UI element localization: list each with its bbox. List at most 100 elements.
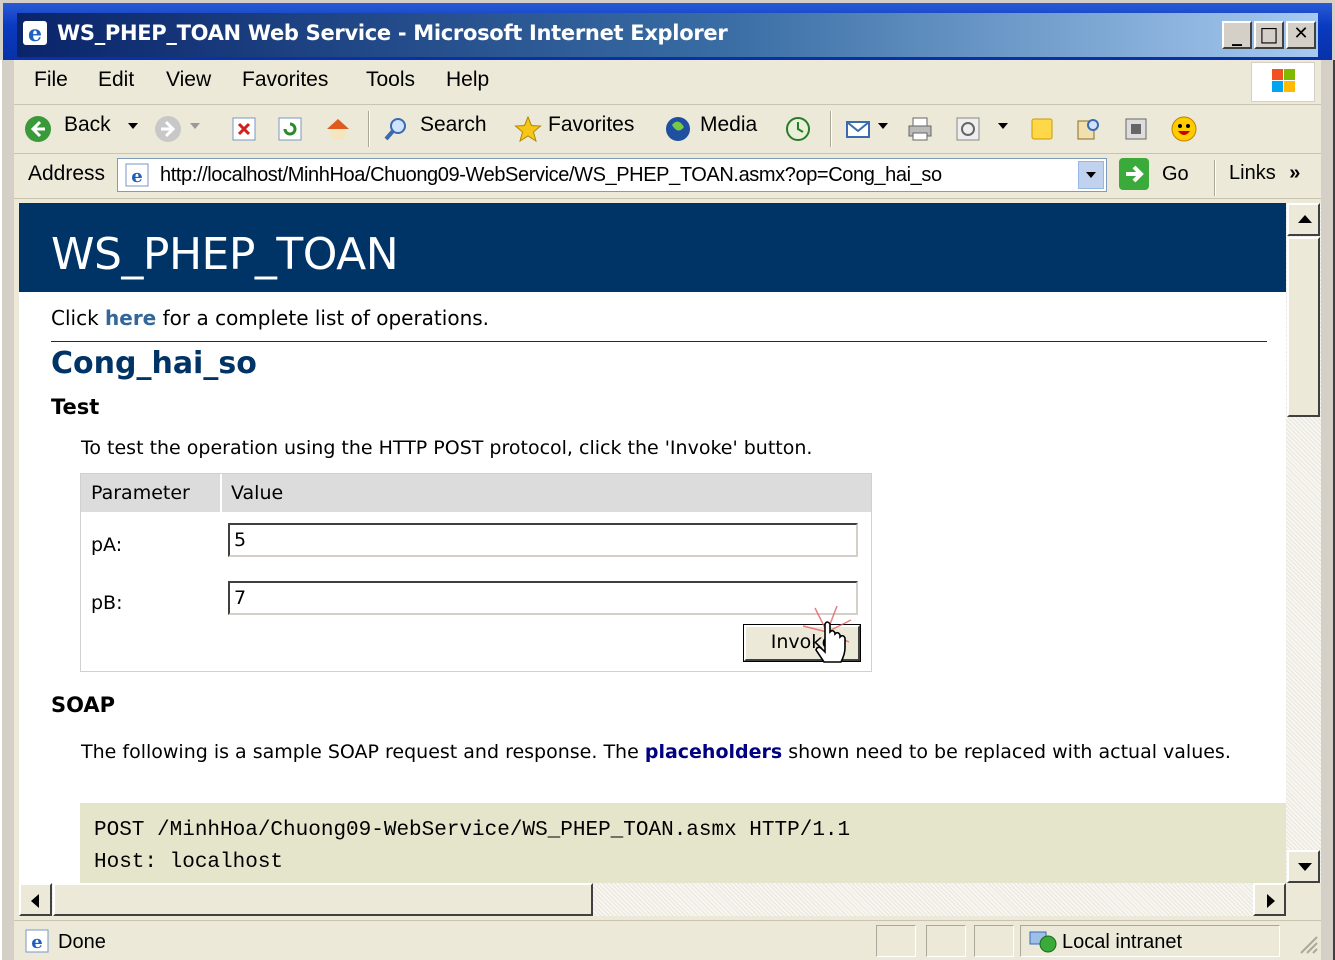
invoke-form: Parameter Value pA: pB: Invoke: [80, 473, 872, 672]
media-button-label[interactable]: Media: [700, 113, 757, 137]
param-label-pb: pB:: [91, 592, 123, 614]
window-frame-left: [0, 60, 14, 960]
print-icon[interactable]: [906, 115, 934, 143]
ie-logo-icon: e: [23, 21, 47, 47]
title-bar-fill: e WS_PHEP_TOAN Web Service - Microsoft I…: [17, 13, 1318, 57]
mail-dropdown-icon[interactable]: [878, 123, 888, 129]
toolbar-separator: [1214, 160, 1216, 196]
favorites-button-label[interactable]: Favorites: [548, 113, 634, 137]
svg-text:e: e: [28, 21, 42, 47]
maximize-button[interactable]: □: [1254, 21, 1284, 49]
favorites-star-icon[interactable]: [514, 115, 542, 143]
mail-icon[interactable]: [844, 115, 872, 143]
links-button[interactable]: Links »: [1229, 162, 1300, 185]
arrow-up-icon: [1298, 215, 1312, 223]
scroll-right-button[interactable]: [1253, 883, 1286, 916]
test-heading: Test: [51, 395, 100, 419]
address-bar: Address e http://localhost/MinhHoa/Chuon…: [14, 154, 1321, 199]
back-arrow-icon[interactable]: [24, 115, 52, 143]
back-dropdown-icon[interactable]: [128, 123, 138, 129]
arrow-left-icon: [31, 894, 39, 908]
test-description: To test the operation using the HTTP POS…: [81, 437, 813, 459]
stop-icon[interactable]: [230, 115, 258, 143]
parameter-column-header: Parameter: [91, 482, 190, 504]
messenger-icon[interactable]: [1122, 115, 1150, 143]
status-text: Done: [58, 931, 106, 953]
page-content: WS_PHEP_TOAN Click here for a complete l…: [19, 203, 1286, 883]
address-dropdown-button[interactable]: [1078, 161, 1104, 189]
ie-page-icon: e: [25, 929, 49, 953]
discuss-icon[interactable]: [1028, 115, 1056, 143]
horizontal-scroll-thumb[interactable]: [53, 883, 593, 916]
address-label: Address: [28, 162, 106, 185]
refresh-icon[interactable]: [276, 115, 304, 143]
go-arrow-icon[interactable]: [1119, 158, 1149, 190]
param-label-pa: pA:: [91, 534, 123, 556]
go-button-label[interactable]: Go: [1162, 163, 1189, 186]
chevron-down-icon: [1086, 172, 1096, 178]
arrow-down-icon: [1298, 863, 1312, 871]
media-icon[interactable]: [664, 115, 692, 143]
hand-cursor-icon: [802, 605, 852, 663]
status-bar: e Done Local intranet: [14, 920, 1321, 960]
menu-bar: File Edit View Favorites Tools Help: [14, 60, 1321, 105]
param-input-pa[interactable]: [228, 523, 858, 557]
code-line: Host: localhost: [94, 851, 284, 874]
toolbar-separator: [830, 111, 832, 147]
operations-list-link[interactable]: here: [105, 306, 156, 330]
close-button[interactable]: ✕: [1286, 21, 1316, 49]
horizontal-scrollbar[interactable]: [19, 883, 1286, 916]
menu-edit[interactable]: Edit: [98, 68, 134, 92]
operations-intro: Click here for a complete list of operat…: [51, 306, 489, 330]
address-input[interactable]: e http://localhost/MinhHoa/Chuong09-WebS…: [117, 158, 1107, 192]
back-button-label[interactable]: Back: [64, 113, 111, 137]
links-chevron-icon: »: [1289, 162, 1301, 184]
page-icon: e: [125, 163, 149, 187]
forward-dropdown-icon[interactable]: [190, 123, 200, 129]
vertical-scroll-thumb[interactable]: [1287, 237, 1320, 417]
menu-tools[interactable]: Tools: [366, 68, 415, 92]
minimize-button[interactable]: _: [1222, 21, 1252, 49]
divider: [51, 341, 1267, 342]
form-header-row: Parameter Value: [81, 474, 871, 512]
menu-file[interactable]: File: [34, 68, 68, 92]
research-icon[interactable]: [1074, 115, 1102, 143]
scroll-up-button[interactable]: [1287, 203, 1320, 236]
search-button-label[interactable]: Search: [420, 113, 487, 137]
param-input-pb[interactable]: [228, 581, 858, 615]
window-frame-right: [1321, 60, 1335, 960]
window-title: WS_PHEP_TOAN Web Service - Microsoft Int…: [57, 21, 728, 45]
soap-description: The following is a sample SOAP request a…: [81, 739, 1271, 765]
menu-help[interactable]: Help: [446, 68, 489, 92]
status-panel: [876, 925, 916, 957]
intro-text-before: Click: [51, 306, 106, 330]
smiley-icon[interactable]: [1170, 115, 1198, 143]
status-panel: [974, 925, 1014, 957]
status-panel: [926, 925, 966, 957]
toolbar-separator: [368, 111, 370, 147]
menu-view[interactable]: View: [166, 68, 211, 92]
links-label: Links: [1229, 162, 1276, 184]
standard-toolbar: Back Search Favorites Media: [14, 105, 1321, 154]
service-header: WS_PHEP_TOAN: [19, 203, 1286, 292]
scroll-down-button[interactable]: [1287, 850, 1320, 883]
soap-heading: SOAP: [51, 693, 116, 717]
menu-favorites[interactable]: Favorites: [242, 68, 328, 92]
vertical-scrollbar[interactable]: [1286, 203, 1321, 883]
edit-dropdown-icon[interactable]: [998, 123, 1008, 129]
scrollbar-corner: [1286, 883, 1321, 916]
search-icon[interactable]: [382, 115, 410, 143]
windows-flag-icon: [1251, 62, 1315, 102]
history-icon[interactable]: [784, 115, 812, 143]
forward-arrow-icon[interactable]: [154, 115, 182, 143]
soap-sample-code: POST /MinhHoa/Chuong09-WebService/WS_PHE…: [80, 803, 1286, 883]
scroll-left-button[interactable]: [19, 883, 52, 916]
edit-icon[interactable]: [954, 115, 982, 143]
address-url[interactable]: http://localhost/MinhHoa/Chuong09-WebSer…: [160, 164, 942, 187]
arrow-right-icon: [1126, 165, 1144, 183]
intranet-globe-icon: [1029, 931, 1057, 953]
soap-desc-after: shown need to be replaced with actual va…: [782, 741, 1231, 763]
placeholders-link[interactable]: placeholders: [645, 741, 782, 763]
home-icon[interactable]: [324, 115, 352, 143]
resize-grip-icon[interactable]: [1295, 931, 1319, 955]
